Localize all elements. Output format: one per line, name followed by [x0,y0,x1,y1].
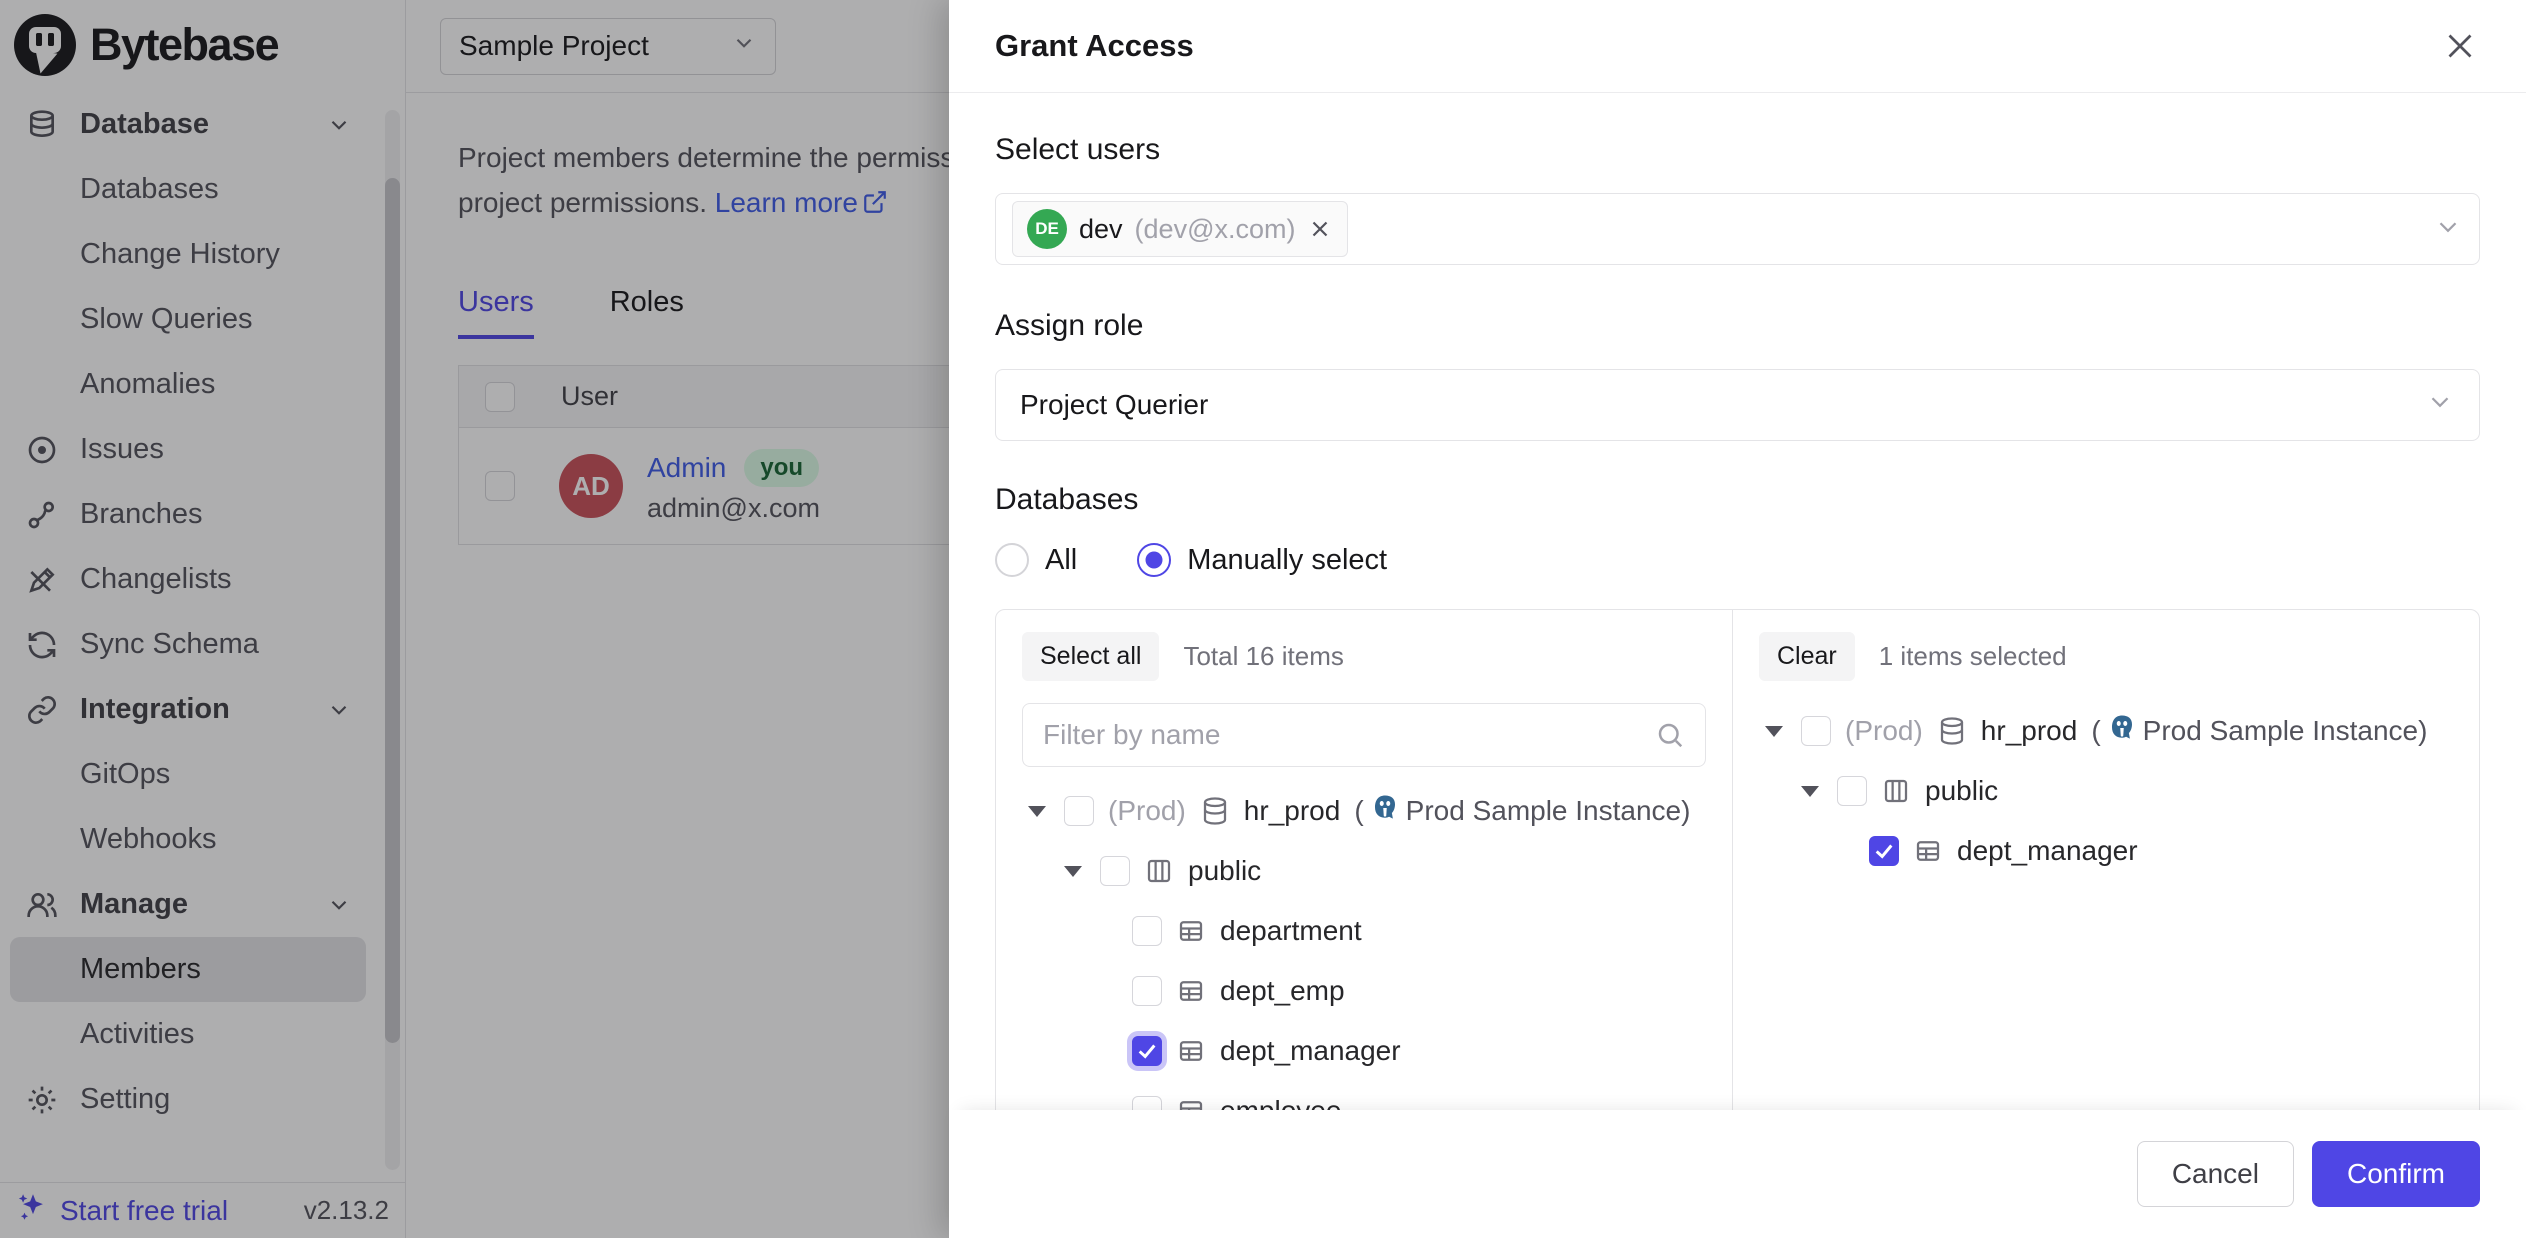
checkbox[interactable] [1132,916,1162,946]
select-all-button[interactable]: Select all [1022,632,1159,681]
caret-down-icon[interactable] [1028,806,1046,817]
table-name: dept_emp [1220,975,1345,1007]
checkbox[interactable] [1837,776,1867,806]
tree-row-schema[interactable]: public [1759,761,2453,821]
caret-down-icon[interactable] [1064,866,1082,877]
confirm-button[interactable]: Confirm [2312,1141,2480,1207]
caret-down-icon[interactable] [1801,786,1819,797]
clear-button[interactable]: Clear [1759,632,1855,681]
table-name: dept_manager [1220,1035,1401,1067]
env-label: (Prod) [1845,715,1923,747]
chip-user-email: (dev@x.com) [1135,214,1296,245]
modal-header: Grant Access [949,0,2526,93]
checkbox[interactable] [1132,1096,1162,1110]
grant-access-modal: Grant Access Select users DE dev (dev@x.… [949,0,2526,1238]
checkbox-checked[interactable] [1869,836,1899,866]
cancel-button[interactable]: Cancel [2137,1141,2294,1207]
env-label: (Prod) [1108,795,1186,827]
checkbox[interactable] [1801,716,1831,746]
select-users-label: Select users [995,133,2480,167]
assign-role-label: Assign role [995,309,2480,343]
database-icon [1937,716,1967,746]
table-icon [1913,836,1943,866]
tree-row-database[interactable]: (Prod) hr_prod ( Prod Sample Instance) [1022,781,1706,841]
database-icon [1200,796,1230,826]
checkbox[interactable] [1132,976,1162,1006]
chip-remove-icon[interactable] [1307,216,1333,242]
source-panel: Select all Total 16 items (Prod) [996,610,1733,1110]
table-icon [1176,976,1206,1006]
radio-circle [995,543,1029,577]
tree-row-table-selected[interactable]: dept_manager [1022,1021,1706,1081]
modal-footer: Cancel Confirm [949,1110,2526,1238]
chevron-down-icon [2433,212,2463,247]
schema-icon [1144,856,1174,886]
radio-all[interactable]: All [995,543,1077,577]
users-multiselect[interactable]: DE dev (dev@x.com) [995,193,2480,265]
databases-label: Databases [995,483,2480,517]
table-icon [1176,1036,1206,1066]
chip-user-name: dev [1079,214,1123,245]
caret-down-icon[interactable] [1765,726,1783,737]
chevron-down-icon [2425,387,2455,424]
role-select[interactable]: Project Querier [995,369,2480,441]
database-name: hr_prod [1244,795,1341,827]
radio-manual-label: Manually select [1187,544,1387,577]
instance-label: ( Prod Sample Instance) [2091,713,2427,750]
table-name: department [1220,915,1362,947]
radio-all-label: All [1045,544,1077,577]
search-icon [1655,720,1685,750]
tree-row-table[interactable]: dept_emp [1022,961,1706,1021]
selected-panel: Clear 1 items selected (Prod) hr_prod ( [1733,610,2479,1110]
filter-box [1022,703,1706,767]
checkbox[interactable] [1100,856,1130,886]
schema-icon [1881,776,1911,806]
database-tree-transfer: Select all Total 16 items (Prod) [995,609,2480,1110]
tree-row-database[interactable]: (Prod) hr_prod ( Prod Sample Instance) [1759,701,2453,761]
postgresql-icon [1370,793,1400,830]
database-tree: (Prod) hr_prod ( Prod Sample Instance) [1022,781,1706,1110]
table-icon [1176,916,1206,946]
selected-count: 1 items selected [1879,641,2067,672]
instance-label: ( Prod Sample Instance) [1354,793,1690,830]
avatar: DE [1027,209,1067,249]
filter-input[interactable] [1043,719,1655,751]
table-icon [1176,1096,1206,1110]
table-name: dept_manager [1957,835,2138,867]
radio-circle [1137,543,1171,577]
modal-title: Grant Access [995,28,1194,64]
radio-manually-select[interactable]: Manually select [1137,543,1387,577]
role-value: Project Querier [1020,389,1208,421]
total-count: Total 16 items [1183,641,1343,672]
close-icon[interactable] [2440,26,2480,66]
tree-row-table[interactable]: employee [1022,1081,1706,1110]
user-chip: DE dev (dev@x.com) [1012,201,1348,257]
table-name: employee [1220,1095,1341,1110]
schema-name: public [1188,855,1261,887]
checkbox-checked[interactable] [1132,1036,1162,1066]
postgresql-icon [2107,713,2137,750]
tree-row-table-selected[interactable]: dept_manager [1759,821,2453,881]
database-scope-radios: All Manually select [995,543,2480,577]
database-name: hr_prod [1981,715,2078,747]
tree-row-schema[interactable]: public [1022,841,1706,901]
schema-name: public [1925,775,1998,807]
selected-tree: (Prod) hr_prod ( Prod Sample Instance) [1759,701,2453,881]
tree-row-table[interactable]: department [1022,901,1706,961]
checkbox[interactable] [1064,796,1094,826]
modal-body: Select users DE dev (dev@x.com) Assign r… [949,93,2526,1110]
